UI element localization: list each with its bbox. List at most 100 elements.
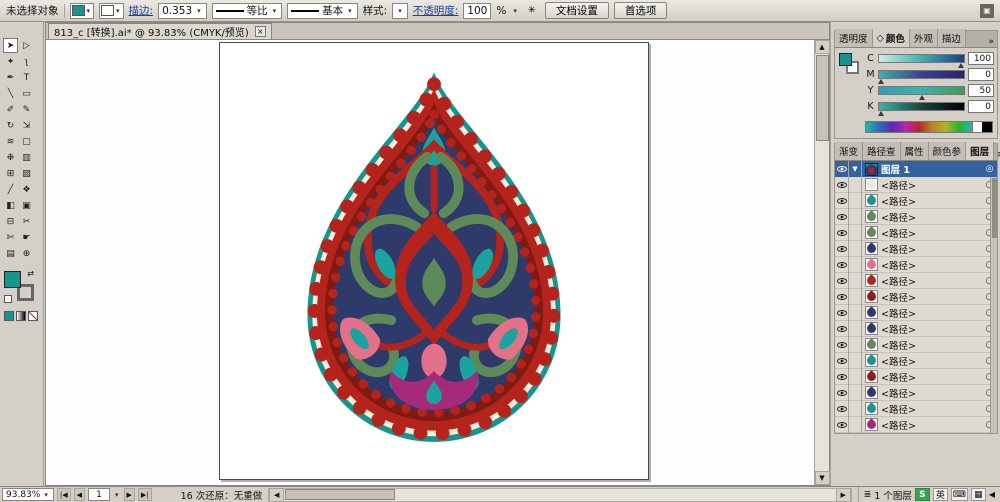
- color-mode-button[interactable]: [4, 311, 14, 321]
- visibility-eye-icon[interactable]: [835, 176, 849, 193]
- white-swatch[interactable]: [972, 122, 982, 132]
- layer-row[interactable]: <路径> ○: [835, 192, 997, 209]
- stroke-color-dropdown[interactable]: ▾: [99, 2, 124, 19]
- lock-cell[interactable]: [849, 400, 862, 417]
- layer-row-header[interactable]: ▼ 图层 1 ◎: [835, 161, 997, 177]
- fill-color-dropdown[interactable]: ▾: [69, 2, 95, 19]
- lock-cell[interactable]: [849, 176, 862, 193]
- horizontal-scroll-thumb[interactable]: [285, 489, 396, 500]
- default-fill-stroke-icon[interactable]: [4, 295, 12, 303]
- panel-menu-icon[interactable]: ≡: [994, 150, 1000, 160]
- visibility-eye-icon[interactable]: [835, 192, 849, 209]
- layer-row[interactable]: <路径> ○: [835, 288, 997, 305]
- panel-fill-swatch[interactable]: [839, 53, 852, 66]
- layer-row[interactable]: <路径> ○: [835, 384, 997, 401]
- lock-cell[interactable]: [849, 192, 862, 209]
- channel-value-input[interactable]: 50: [968, 84, 994, 97]
- lock-cell[interactable]: [849, 256, 862, 273]
- visibility-eye-icon[interactable]: [835, 256, 849, 273]
- lock-cell[interactable]: [849, 336, 862, 353]
- visibility-eye-icon[interactable]: [835, 400, 849, 417]
- lock-cell[interactable]: [849, 384, 862, 401]
- slider-marker-icon[interactable]: [918, 95, 925, 100]
- channel-slider[interactable]: [878, 54, 965, 68]
- preferences-button[interactable]: 首选项: [613, 2, 668, 19]
- crop-area-tool[interactable]: ⊟: [3, 214, 18, 229]
- scale-tool[interactable]: ⇲: [19, 118, 34, 133]
- live-paint-selection-tool[interactable]: ▣: [19, 198, 34, 213]
- opacity-input[interactable]: 100: [463, 2, 492, 19]
- visibility-eye-icon[interactable]: [835, 161, 849, 177]
- recolor-artwork-icon[interactable]: ✳: [524, 3, 540, 19]
- lock-cell[interactable]: [849, 352, 862, 369]
- eyedropper-tool[interactable]: ╱: [3, 182, 18, 197]
- artboard[interactable]: [219, 42, 649, 480]
- channel-slider[interactable]: [877, 70, 965, 84]
- visibility-eye-icon[interactable]: [835, 304, 849, 321]
- path-name[interactable]: <路径>: [881, 402, 982, 416]
- layer-row[interactable]: <路径> ○: [835, 224, 997, 241]
- line-segment-tool[interactable]: ╲: [3, 86, 18, 101]
- pen-tool[interactable]: ✒: [3, 70, 18, 85]
- scroll-down-icon[interactable]: ▼: [814, 471, 830, 485]
- scroll-left-icon[interactable]: ◀: [269, 487, 285, 502]
- layer-row[interactable]: <路径> ○: [835, 208, 997, 225]
- toolbox-fill-swatch[interactable]: [4, 271, 21, 288]
- channel-value-input[interactable]: 0: [968, 100, 994, 113]
- magic-wand-tool[interactable]: ✦: [3, 54, 18, 69]
- visibility-eye-icon[interactable]: [835, 384, 849, 401]
- layer-row[interactable]: <路径> ○: [835, 352, 997, 369]
- visibility-eye-icon[interactable]: [835, 336, 849, 353]
- selection-tool[interactable]: ➤: [3, 38, 18, 53]
- tab-color-guide[interactable]: 颜色参: [928, 142, 967, 160]
- channel-slider[interactable]: [877, 102, 965, 116]
- path-name[interactable]: <路径>: [881, 178, 982, 192]
- language-badge[interactable]: 英: [932, 488, 948, 501]
- layer-row[interactable]: <路径> ○: [835, 256, 997, 273]
- tab-gradient[interactable]: 渐变: [835, 142, 864, 160]
- visibility-eye-icon[interactable]: [835, 240, 849, 257]
- toolbar-options-icon[interactable]: ▦: [970, 488, 986, 501]
- lock-cell[interactable]: [849, 304, 862, 321]
- horizontal-scrollbar[interactable]: ◀ ▶: [268, 487, 852, 502]
- layer-row[interactable]: <路径> ○: [835, 416, 997, 433]
- visibility-eye-icon[interactable]: [835, 288, 849, 305]
- slider-marker-icon[interactable]: [877, 79, 884, 84]
- document-tab[interactable]: 813_c [转换].ai* @ 93.83% (CMYK/预览) ×: [48, 23, 272, 39]
- graph-tool[interactable]: ▥: [19, 150, 34, 165]
- layers-scroll-thumb[interactable]: [991, 178, 997, 238]
- lasso-tool[interactable]: ʅ: [19, 54, 34, 69]
- layer-row[interactable]: <路径> ○: [835, 240, 997, 257]
- tray-collapse-icon[interactable]: ◀: [989, 490, 995, 499]
- live-paint-bucket-tool[interactable]: ◧: [3, 198, 18, 213]
- vertical-scroll-thumb[interactable]: [815, 55, 829, 141]
- type-tool[interactable]: T: [19, 70, 34, 85]
- black-swatch[interactable]: [982, 122, 992, 132]
- canvas[interactable]: [46, 40, 814, 485]
- lock-cell[interactable]: [849, 320, 862, 337]
- channel-value-input[interactable]: 0: [968, 68, 994, 81]
- lock-cell[interactable]: [849, 368, 862, 385]
- path-name[interactable]: <路径>: [881, 370, 982, 384]
- layer-expander-icon[interactable]: ▼: [849, 161, 862, 177]
- stroke-panel-link[interactable]: 描边:: [129, 3, 154, 18]
- visibility-eye-icon[interactable]: [835, 320, 849, 337]
- gradient-tool[interactable]: ▧: [19, 166, 34, 181]
- path-name[interactable]: <路径>: [881, 338, 982, 352]
- visibility-eye-icon[interactable]: [835, 368, 849, 385]
- rotate-tool[interactable]: ↻: [3, 118, 18, 133]
- layers-scrollbar[interactable]: [990, 177, 997, 433]
- vertical-scrollbar[interactable]: ▲ ▼: [814, 40, 830, 485]
- tab-appearance[interactable]: 外观: [909, 29, 938, 47]
- tab-layers[interactable]: 图层: [966, 142, 995, 160]
- path-name[interactable]: <路径>: [881, 418, 982, 432]
- tab-pathfinder[interactable]: 路径查: [863, 142, 901, 160]
- channel-slider[interactable]: [878, 86, 965, 100]
- slider-marker-icon[interactable]: [877, 111, 884, 116]
- ornament-artwork[interactable]: [288, 59, 580, 455]
- page-number-input[interactable]: 1: [87, 488, 110, 501]
- visibility-eye-icon[interactable]: [835, 352, 849, 369]
- path-name[interactable]: <路径>: [881, 306, 982, 320]
- first-page-button[interactable]: |◀: [56, 488, 71, 501]
- path-name[interactable]: <路径>: [881, 258, 982, 272]
